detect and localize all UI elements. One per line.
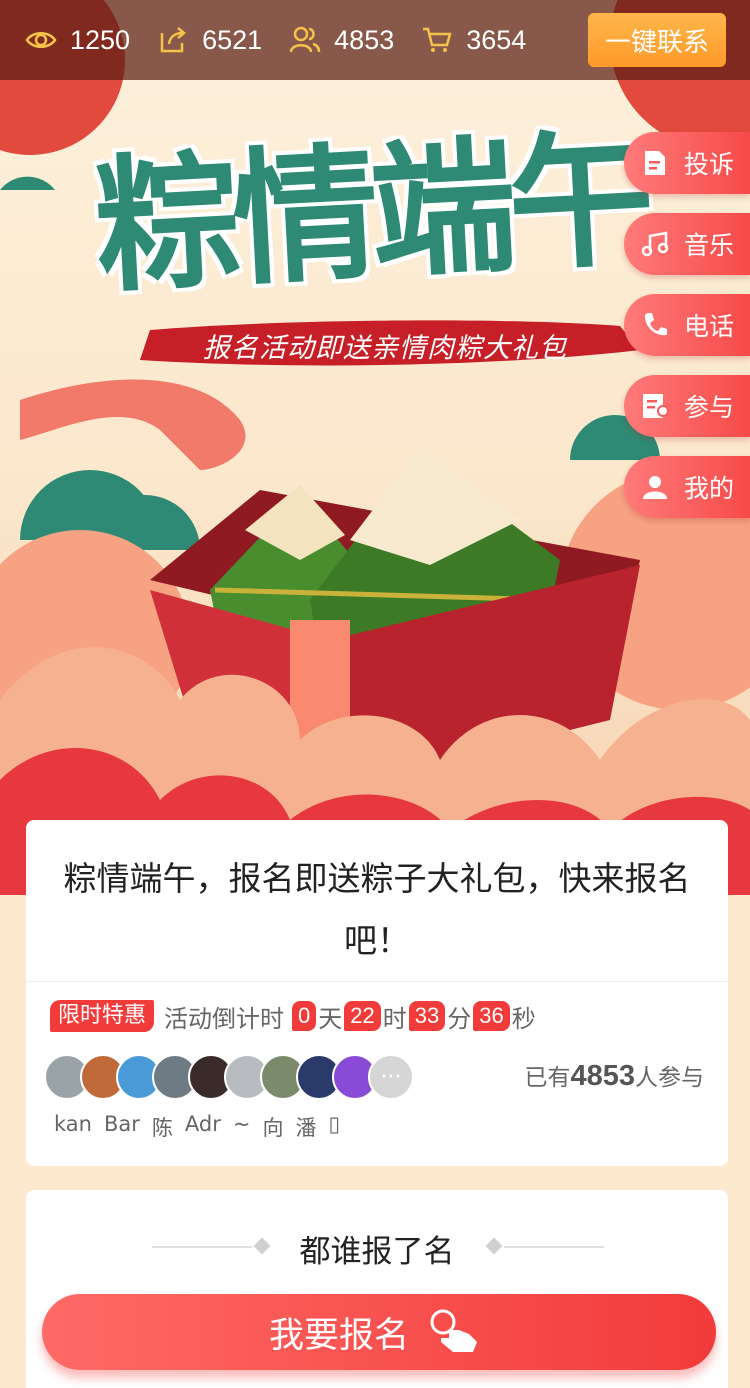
stat-users-value: 4853 — [334, 24, 395, 55]
phone-icon — [644, 313, 667, 336]
side-complaint-label: 投诉 — [684, 150, 735, 179]
participant-name: ~ — [232, 1112, 251, 1136]
contact-button[interactable]: 一键联系 — [588, 13, 726, 67]
complaint-icon — [645, 151, 665, 175]
side-phone-label: 电话 — [684, 312, 735, 341]
participant-names: kan Bar 陈 Adr ~ 向 潘 ▯ — [54, 1112, 352, 1142]
cart-icon — [423, 27, 452, 52]
signup-button-label: 我要报名 — [268, 1315, 409, 1356]
share-icon — [160, 27, 187, 53]
signup-button[interactable]: 我要报名 — [42, 1294, 716, 1370]
side-music-button[interactable]: 音乐 — [624, 213, 750, 275]
music-icon — [641, 231, 669, 257]
countdown-hours: 22 — [344, 1001, 381, 1031]
side-mine-label: 我的 — [684, 474, 735, 503]
signup-list-title: 都谁报了名 — [299, 1234, 455, 1270]
users-icon — [289, 26, 321, 53]
participant-name: Adr — [184, 1112, 221, 1136]
side-mine-button[interactable]: 我的 — [624, 456, 750, 518]
side-music-label: 音乐 — [684, 231, 735, 260]
countdown-minutes: 33 — [408, 1001, 446, 1031]
stat-cart-value: 3654 — [466, 24, 527, 55]
participant-name: 向 — [262, 1116, 284, 1140]
hero-slogan: 报名活动即送亲情肉粽大礼包 — [203, 332, 567, 364]
stat-shares: 6521 — [156, 23, 262, 57]
participant-name: 潘 — [295, 1116, 317, 1140]
countdown-days-unit: 天 — [318, 1004, 343, 1033]
participant-name: Bar — [103, 1112, 140, 1136]
countdown-minutes-unit: 分 — [447, 1004, 472, 1033]
countdown-seconds: 36 — [473, 1001, 510, 1031]
more-participants-button[interactable]: ··· — [368, 1054, 414, 1100]
side-participate-label: 参与 — [684, 393, 735, 422]
hero-title: 粽情端午 — [90, 113, 651, 313]
hero-banner: 粽情端午 报名活动即送亲情肉粽大礼包 — [0, 0, 750, 895]
joined-suffix: 人参与 — [635, 1065, 704, 1091]
countdown-label: 活动倒计时 — [164, 1004, 285, 1033]
participant-name: ▯ — [328, 1112, 341, 1136]
divider — [504, 1246, 604, 1248]
participate-icon — [643, 394, 669, 418]
joined-prefix: 已有 — [524, 1065, 571, 1091]
participant-name: 陈 — [151, 1116, 173, 1140]
activity-headline: 粽情端午，报名即送粽子大礼包，快来报名吧！ — [26, 820, 728, 982]
stat-users: 4853 — [288, 23, 394, 57]
side-complaint-button[interactable]: 投诉 — [624, 132, 750, 194]
limited-offer-badge: 限时特惠 — [50, 1000, 155, 1032]
joined-count: 已有4853人参与 — [524, 1058, 704, 1093]
stat-views-value: 1250 — [70, 24, 131, 55]
joined-number: 4853 — [570, 1060, 635, 1092]
eye-icon — [25, 32, 57, 48]
countdown-hours-unit: 时 — [382, 1004, 407, 1033]
countdown: 限时特惠 活动倒计时 0 天 22 时 33 分 36 秒 — [26, 982, 728, 1034]
countdown-seconds-unit: 秒 — [511, 1004, 536, 1033]
stat-views: 1250 — [24, 23, 130, 57]
user-icon — [643, 476, 667, 499]
participant-name: kan — [54, 1112, 92, 1136]
side-participate-button[interactable]: 参与 — [624, 375, 750, 437]
stat-shares-value: 6521 — [202, 24, 263, 55]
activity-card: 粽情端午，报名即送粽子大礼包，快来报名吧！ 限时特惠 活动倒计时 0 天 22 … — [26, 820, 728, 1166]
side-phone-button[interactable]: 电话 — [624, 294, 750, 356]
participant-avatars: ··· — [44, 1054, 414, 1100]
stat-cart: 3654 — [420, 23, 526, 57]
hand-tap-icon — [430, 1309, 477, 1352]
stats-bar: 1250 6521 4853 3654 一键联系 — [0, 0, 750, 80]
countdown-days: 0 — [292, 1001, 317, 1031]
